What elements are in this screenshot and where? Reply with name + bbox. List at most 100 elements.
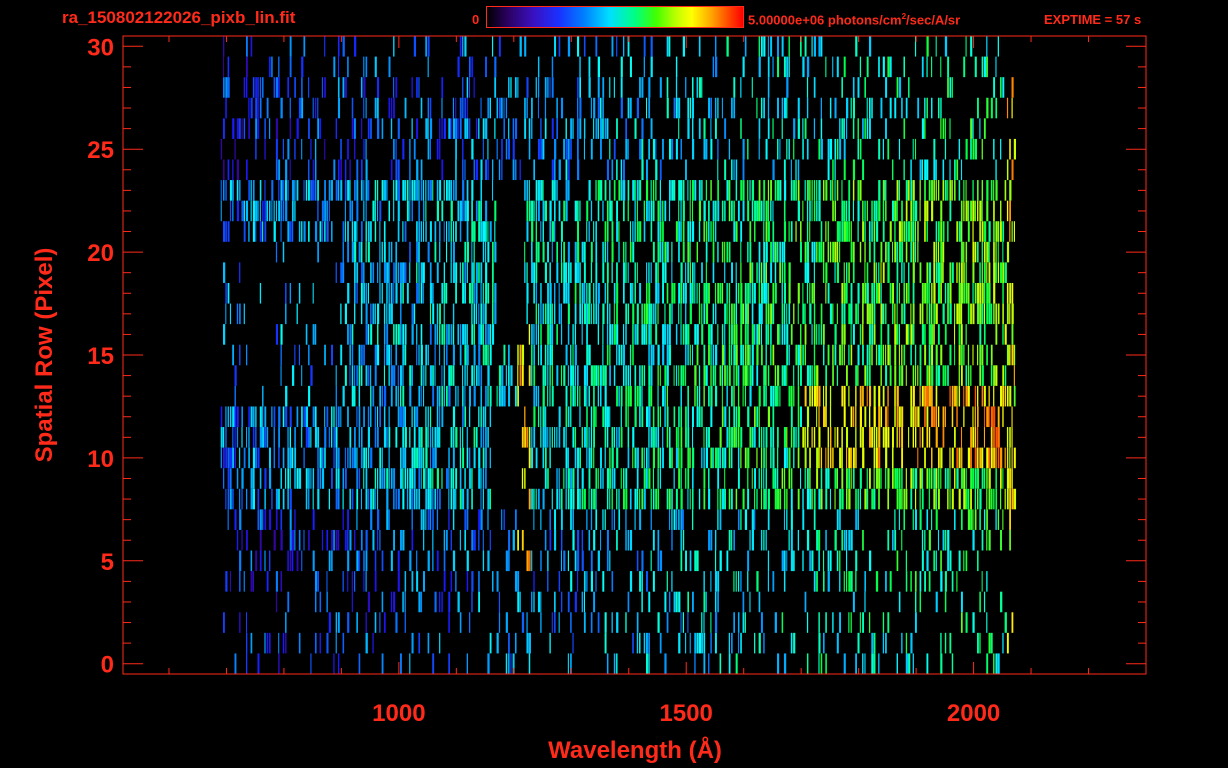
heatmap-cell	[721, 97, 723, 119]
heatmap-cell	[990, 365, 993, 386]
heatmap-cell	[255, 447, 257, 469]
heatmap-cell	[1011, 159, 1014, 181]
heatmap-cell	[383, 344, 386, 366]
heatmap-cell	[473, 365, 475, 386]
heatmap-cell	[551, 612, 553, 633]
heatmap-cell	[965, 200, 968, 222]
heatmap-cell	[354, 447, 357, 469]
heatmap-cell	[609, 180, 611, 201]
heatmap-cell	[924, 324, 926, 345]
heatmap-cell	[1006, 97, 1009, 119]
heatmap-cell	[972, 509, 974, 530]
heatmap-cell	[839, 612, 841, 633]
heatmap-cell	[781, 612, 784, 633]
heatmap-cell	[760, 303, 763, 325]
heatmap-cell	[342, 385, 345, 407]
heatmap-cell	[747, 200, 750, 222]
heatmap-cell	[645, 282, 648, 304]
heatmap-cell	[875, 344, 878, 366]
heatmap-cell	[625, 138, 628, 160]
heatmap-cell	[262, 385, 264, 407]
heatmap-cell	[420, 591, 423, 613]
heatmap-cell	[229, 571, 232, 592]
heatmap-cell	[475, 200, 478, 222]
heatmap-cell	[503, 97, 505, 119]
heatmap-cell	[786, 344, 788, 366]
heatmap-cell	[273, 77, 276, 98]
heatmap-cell	[537, 488, 540, 510]
heatmap-cell	[901, 221, 903, 242]
heatmap-cell	[882, 56, 885, 78]
heatmap-cell	[268, 632, 271, 654]
heatmap-cell	[482, 427, 485, 448]
heatmap-cell	[487, 241, 490, 263]
heatmap-cell	[289, 468, 291, 489]
heatmap-cell	[724, 303, 727, 325]
heatmap-cell	[457, 324, 459, 345]
heatmap-cell	[1011, 488, 1014, 510]
heatmap-cell	[443, 571, 446, 592]
heatmap-cell	[825, 180, 828, 201]
heatmap-cell	[875, 262, 877, 283]
heatmap-cell	[896, 488, 899, 510]
heatmap-cell	[887, 612, 890, 633]
heatmap-cell	[420, 221, 423, 242]
heatmap-cell	[772, 303, 775, 325]
heatmap-cell	[629, 56, 632, 78]
heatmap-cell	[542, 241, 545, 263]
heatmap-cell	[740, 303, 743, 325]
heatmap-cell	[668, 200, 671, 222]
heatmap-cell	[825, 653, 827, 674]
heatmap-cell	[910, 571, 912, 592]
heatmap-cell	[462, 365, 464, 386]
heatmap-cell	[291, 550, 294, 572]
heatmap-cell	[597, 365, 600, 386]
heatmap-cell	[280, 344, 282, 366]
heatmap-cell	[947, 488, 949, 510]
heatmap-cell	[708, 385, 710, 407]
heatmap-cell	[701, 324, 704, 345]
heatmap-cell	[549, 221, 552, 242]
heatmap-cell	[356, 612, 358, 633]
heatmap-cell	[333, 447, 335, 469]
heatmap-cell	[489, 632, 492, 654]
heatmap-cell	[609, 303, 611, 325]
heatmap-cell	[531, 488, 534, 510]
heatmap-cell	[802, 303, 805, 325]
heatmap-cell	[937, 262, 941, 283]
heatmap-cell	[983, 241, 986, 263]
heatmap-cell	[836, 632, 839, 654]
heatmap-cell	[698, 282, 701, 304]
heatmap-cell	[864, 488, 867, 510]
heatmap-cell	[273, 447, 276, 469]
heatmap-cell	[981, 282, 984, 304]
heatmap-cell	[241, 529, 243, 551]
heatmap-cell	[682, 529, 685, 551]
heatmap-cell	[425, 221, 427, 242]
heatmap-cell	[524, 180, 526, 201]
heatmap-cell	[832, 612, 834, 633]
heatmap-cell	[710, 118, 712, 139]
heatmap-cell	[549, 282, 552, 304]
heatmap-cell	[811, 488, 813, 510]
heatmap-cell	[926, 221, 928, 242]
heatmap-cell	[301, 138, 303, 160]
heatmap-cell	[245, 56, 248, 78]
heatmap-cell	[864, 200, 866, 222]
heatmap-cell	[836, 138, 839, 160]
heatmap-cell	[245, 344, 248, 366]
heatmap-cell	[836, 303, 838, 325]
heatmap-cell	[468, 385, 471, 407]
heatmap-cell	[547, 550, 549, 572]
heatmap-cell	[981, 56, 984, 78]
heatmap-cell	[859, 180, 862, 201]
heatmap-cell	[937, 241, 940, 263]
heatmap-cell	[1002, 282, 1004, 304]
heatmap-cell	[404, 447, 407, 469]
heatmap-cell	[986, 529, 988, 551]
heatmap-cell	[250, 632, 253, 654]
heatmap-cell	[855, 509, 858, 530]
heatmap-cell	[728, 427, 731, 448]
heatmap-cell	[434, 365, 436, 386]
heatmap-cell	[482, 118, 485, 139]
